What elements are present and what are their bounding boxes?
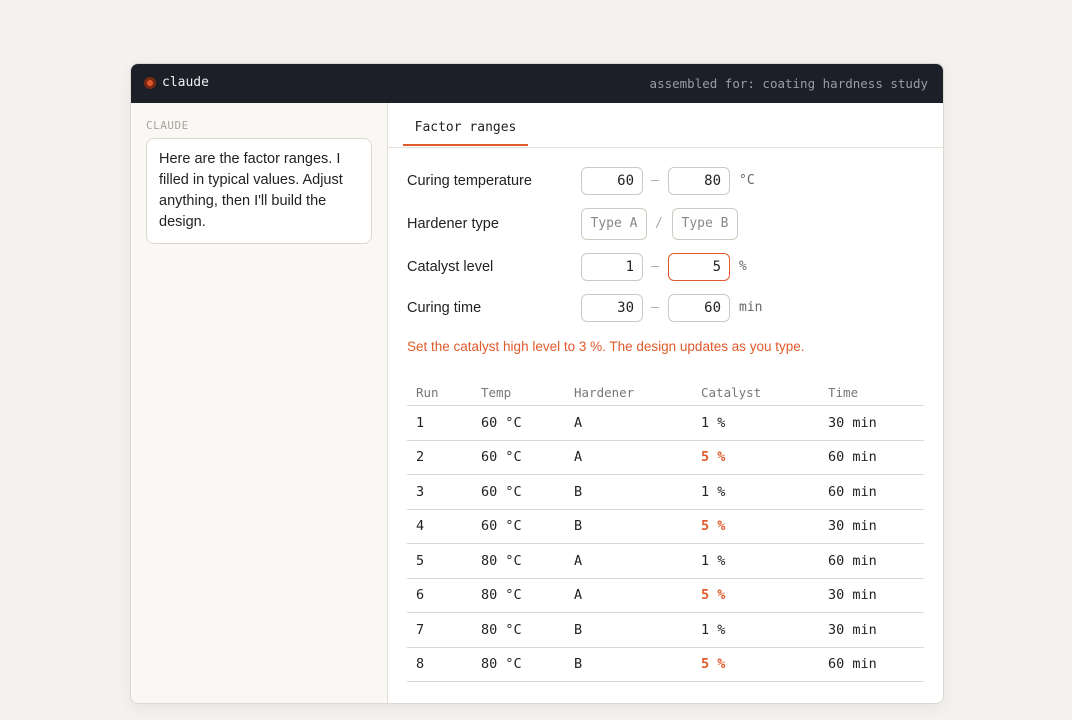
temp-cell: 80 °C (472, 543, 565, 579)
table-header-row: Run Temp Hardener Catalyst Time (407, 379, 924, 406)
table-row: 1 60 °C A 1 % 30 min (407, 405, 924, 441)
catalyst-cell-highlighted: 5 % (692, 509, 819, 544)
time-unit: min (739, 300, 763, 315)
chat-sidebar: CLAUDE Here are the factor ranges. I fil… (131, 103, 388, 703)
run-cell: 4 (407, 509, 472, 544)
run-cell: 1 (407, 405, 472, 441)
column-header-time: Time (819, 379, 924, 406)
temp-cell: 80 °C (472, 647, 565, 682)
catalyst-cell-highlighted: 5 % (692, 647, 819, 682)
hardener-cell: A (565, 578, 692, 613)
table-row: 5 80 °C A 1 % 60 min (407, 543, 924, 579)
column-header-temp: Temp (472, 379, 565, 406)
hardener-cell: A (565, 440, 692, 475)
temp-cell: 60 °C (472, 509, 565, 544)
time-low-input[interactable]: 30 (581, 294, 643, 322)
temp-cell: 60 °C (472, 474, 565, 510)
catalyst-cell-highlighted: 5 % (692, 440, 819, 475)
run-cell: 5 (407, 543, 472, 579)
table-row: 4 60 °C B 5 % 30 min (407, 509, 924, 544)
temperature-low-input[interactable]: 60 (581, 167, 643, 195)
time-cell: 60 min (819, 543, 924, 579)
hardener-separator: / (655, 216, 663, 231)
temp-cell: 80 °C (472, 578, 565, 613)
app-window: claude assembled for: coating hardness s… (130, 63, 944, 704)
factor-label-temperature: Curing temperature (407, 173, 532, 189)
column-header-catalyst: Catalyst (692, 379, 819, 406)
catalyst-high-input[interactable]: 5 (668, 253, 730, 281)
catalyst-cell: 1 % (692, 612, 819, 648)
column-header-run: Run (407, 379, 472, 406)
hardener-cell: B (565, 647, 692, 682)
temp-cell: 60 °C (472, 440, 565, 475)
catalyst-unit: % (739, 259, 747, 274)
catalyst-cell: 1 % (692, 405, 819, 441)
run-cell: 6 (407, 578, 472, 613)
hardener-cell: B (565, 612, 692, 648)
run-cell: 7 (407, 612, 472, 648)
app-name: claude (162, 75, 209, 90)
run-cell: 2 (407, 440, 472, 475)
time-cell: 30 min (819, 509, 924, 544)
temp-cell: 60 °C (472, 405, 565, 441)
column-header-hardener: Hardener (565, 379, 692, 406)
range-separator: – (651, 259, 659, 274)
hardener-cell: A (565, 405, 692, 441)
time-high-input[interactable]: 60 (668, 294, 730, 322)
temperature-high-input[interactable]: 80 (668, 167, 730, 195)
time-cell: 30 min (819, 578, 924, 613)
time-cell: 30 min (819, 612, 924, 648)
table-row: 7 80 °C B 1 % 30 min (407, 612, 924, 648)
catalyst-cell-highlighted: 5 % (692, 578, 819, 613)
table-row: 6 80 °C A 5 % 30 min (407, 578, 924, 613)
range-separator: – (651, 300, 659, 315)
factor-label-time: Curing time (407, 300, 482, 316)
run-cell: 8 (407, 647, 472, 682)
hardener-low-input[interactable]: Type A (581, 208, 647, 240)
factor-label-hardener: Hardener type (407, 216, 499, 232)
status-dot-icon (144, 77, 156, 89)
tab-bar: Factor ranges (388, 103, 943, 148)
hardener-high-input[interactable]: Type B (672, 208, 738, 240)
hardener-cell: B (565, 474, 692, 510)
design-table: Run Temp Hardener Catalyst Time 1 60 °C … (407, 379, 924, 682)
hardener-cell: B (565, 509, 692, 544)
temperature-unit: °C (739, 173, 755, 188)
tab-factor-ranges[interactable]: Factor ranges (403, 103, 528, 146)
range-separator: – (651, 173, 659, 188)
time-cell: 60 min (819, 440, 924, 475)
time-cell: 30 min (819, 405, 924, 441)
temp-cell: 80 °C (472, 612, 565, 648)
hardener-cell: A (565, 543, 692, 579)
time-cell: 60 min (819, 474, 924, 510)
table-row: 8 80 °C B 5 % 60 min (407, 647, 924, 682)
speaker-label: CLAUDE (146, 119, 189, 132)
assistant-message: Here are the factor ranges. I filled in … (146, 138, 372, 244)
title-bar: claude assembled for: coating hardness s… (131, 64, 943, 103)
factor-label-catalyst: Catalyst level (407, 259, 494, 275)
context-label: assembled for: coating hardness study (649, 76, 928, 91)
main-panel: Factor ranges Curing temperature 60 – 80… (388, 103, 943, 703)
catalyst-cell: 1 % (692, 543, 819, 579)
table-row: 2 60 °C A 5 % 60 min (407, 440, 924, 475)
run-cell: 3 (407, 474, 472, 510)
catalyst-cell: 1 % (692, 474, 819, 510)
status-message: Set the catalyst high level to 3 %. The … (407, 339, 805, 354)
table-row: 3 60 °C B 1 % 60 min (407, 474, 924, 510)
time-cell: 60 min (819, 647, 924, 682)
catalyst-low-input[interactable]: 1 (581, 253, 643, 281)
